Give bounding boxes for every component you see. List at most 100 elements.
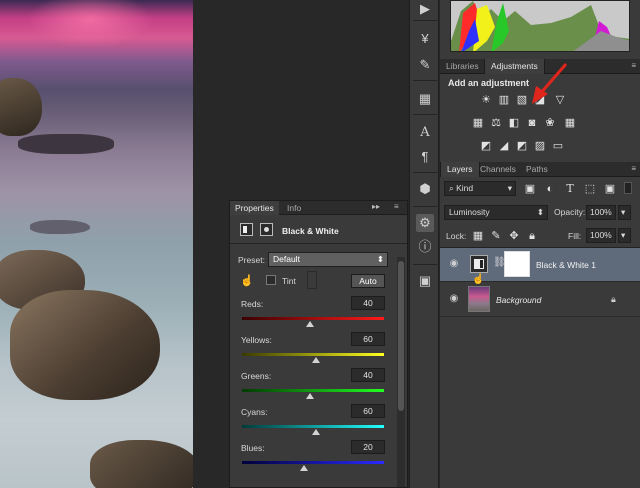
curves-icon[interactable]: ▧ <box>516 94 528 106</box>
3d-icon[interactable]: ⬢ <box>416 180 434 198</box>
fill-dropdown[interactable]: ▾ <box>618 228 631 243</box>
layer-name[interactable]: Background <box>496 295 541 305</box>
slider-thumb[interactable] <box>306 321 315 327</box>
visibility-eye-icon[interactable]: ◉ <box>448 259 460 269</box>
panel-menu-icon[interactable]: ≡ <box>394 202 399 211</box>
slider-label: Blues: <box>241 443 265 453</box>
properties-panel-icon[interactable]: ⚙ <box>416 214 434 232</box>
slider-label: Cyans: <box>241 407 268 417</box>
layer-row-black-white[interactable]: ◉ ⛓ Black & White 1 ☝ <box>440 248 640 285</box>
opacity-dropdown[interactable]: ▾ <box>618 205 631 220</box>
filter-kind-value: Kind <box>456 183 474 193</box>
slider-track[interactable] <box>242 461 384 464</box>
slider-track[interactable] <box>242 353 384 356</box>
right-panel-column: Libraries Adjustments ≡ Add an adjustmen… <box>440 0 640 488</box>
tab-channels[interactable]: Channels <box>474 162 522 177</box>
gradient-map-icon[interactable]: ▭ <box>552 140 564 152</box>
fill-field[interactable]: 100% <box>586 228 616 243</box>
levels-icon[interactable]: ▥ <box>498 94 510 106</box>
info-icon[interactable]: ⓘ <box>416 238 434 256</box>
tab-paths[interactable]: Paths <box>520 162 554 177</box>
background-thumbnail <box>468 286 490 312</box>
brush-presets-icon[interactable]: ¥ <box>416 30 434 48</box>
mask-icon[interactable] <box>260 223 273 236</box>
brush-icon[interactable]: ✎ <box>416 56 434 74</box>
slider-thumb[interactable] <box>306 393 315 399</box>
layer-row-background[interactable]: ◉ Background 🔒︎ <box>440 283 640 317</box>
channel-mixer-icon[interactable]: ❀ <box>544 117 556 129</box>
strip-divider <box>413 20 437 21</box>
slider-value-field[interactable]: 40 <box>351 296 385 310</box>
tab-libraries[interactable]: Libraries <box>440 59 485 74</box>
strip-divider <box>413 80 437 81</box>
filter-toggle[interactable] <box>624 182 632 194</box>
lock-transparent-icon[interactable]: ▦ <box>472 230 484 242</box>
lock-image-icon[interactable]: ✎ <box>490 230 502 242</box>
color-balance-icon[interactable]: ⚖ <box>490 117 502 129</box>
collapse-icon[interactable]: ▸▸ <box>372 202 380 211</box>
layers-panel: Layers Channels Paths ≡ ⌕ Kind ▾ ▣ ◐ T ⬚… <box>440 162 640 488</box>
panel-menu-icon[interactable]: ≡ <box>631 164 636 173</box>
auto-button[interactable]: Auto <box>351 274 385 288</box>
preset-value: Default <box>273 254 300 264</box>
blend-mode-select[interactable]: Luminosity ⬍ <box>444 205 548 220</box>
adjustment-type-icon <box>240 223 253 236</box>
color-lookup-icon[interactable]: ▦ <box>564 117 576 129</box>
slider-value-field[interactable]: 60 <box>351 404 385 418</box>
layer-mask-thumbnail[interactable] <box>504 251 530 277</box>
slider-track[interactable] <box>242 425 384 428</box>
layers-tabbar: Layers Channels Paths ≡ <box>440 162 640 177</box>
opacity-field[interactable]: 100% <box>586 205 616 220</box>
paragraph-icon[interactable]: ¶ <box>416 148 434 166</box>
slider-thumb[interactable] <box>311 429 320 435</box>
scrollbar-thumb[interactable] <box>398 261 404 411</box>
pixel-filter-icon[interactable]: ▣ <box>524 183 536 195</box>
slider-value-field[interactable]: 20 <box>351 440 385 454</box>
tint-checkbox[interactable] <box>266 275 276 285</box>
shape-filter-icon[interactable]: ⬚ <box>584 183 596 195</box>
character-icon[interactable]: A <box>416 124 434 142</box>
targeted-adjustment-icon[interactable]: ☝ <box>240 274 254 287</box>
slider-value-field[interactable]: 60 <box>351 332 385 346</box>
visibility-eye-icon[interactable]: ◉ <box>448 294 460 304</box>
slider-value-field[interactable]: 40 <box>351 368 385 382</box>
tab-properties[interactable]: Properties <box>230 201 279 215</box>
layer-name[interactable]: Black & White 1 <box>536 260 596 270</box>
slider-thumb[interactable] <box>311 357 320 363</box>
play-icon[interactable]: ▶ <box>416 0 434 18</box>
posterize-icon[interactable]: ◢ <box>498 140 510 152</box>
tint-label: Tint <box>282 276 296 286</box>
panel-icon-strip: ▶ ¥ ✎ ▦ A ¶ ⬢ ⚙ ⓘ ▣ <box>409 0 439 488</box>
invert-icon[interactable]: ◩ <box>480 140 492 152</box>
props-divider <box>230 243 407 244</box>
document-canvas[interactable] <box>0 0 193 488</box>
threshold-icon[interactable]: ◩ <box>516 140 528 152</box>
type-filter-icon[interactable]: T <box>564 183 576 195</box>
lock-position-icon[interactable]: ✥ <box>508 230 520 242</box>
clone-source-icon[interactable]: ▦ <box>416 90 434 108</box>
smart-object-filter-icon[interactable]: ▣ <box>604 183 616 195</box>
photo-filter-icon[interactable]: ◙ <box>526 117 538 129</box>
lock-all-icon[interactable]: 🔒︎ <box>526 230 538 242</box>
distant-rocks <box>18 134 114 154</box>
adjustment-filter-icon[interactable]: ◐ <box>544 183 556 195</box>
lock-icon: 🔒︎ <box>611 294 616 304</box>
panel-menu-icon[interactable]: ≡ <box>631 61 636 70</box>
red-arrow-annotation <box>532 63 568 104</box>
tint-color-swatch[interactable] <box>307 271 317 289</box>
brightness-contrast-icon[interactable]: ☀ <box>480 94 492 106</box>
black-white-icon[interactable]: ◧ <box>508 117 520 129</box>
slider-thumb[interactable] <box>300 465 309 471</box>
blend-mode-value: Luminosity <box>449 207 490 217</box>
adjustment-title: Black & White <box>282 226 339 236</box>
slider-track[interactable] <box>242 317 384 320</box>
properties-scrollbar[interactable] <box>397 257 405 487</box>
slider-track[interactable] <box>242 389 384 392</box>
tab-info[interactable]: Info <box>282 201 306 215</box>
selective-color-icon[interactable]: ▨ <box>534 140 546 152</box>
hue-saturation-icon[interactable]: ▦ <box>472 117 484 129</box>
filter-kind-select[interactable]: ⌕ Kind ▾ <box>444 181 516 196</box>
image-panel-icon[interactable]: ▣ <box>416 272 434 290</box>
strip-divider <box>413 206 437 207</box>
preset-select[interactable]: Default ⬍ <box>268 252 388 267</box>
